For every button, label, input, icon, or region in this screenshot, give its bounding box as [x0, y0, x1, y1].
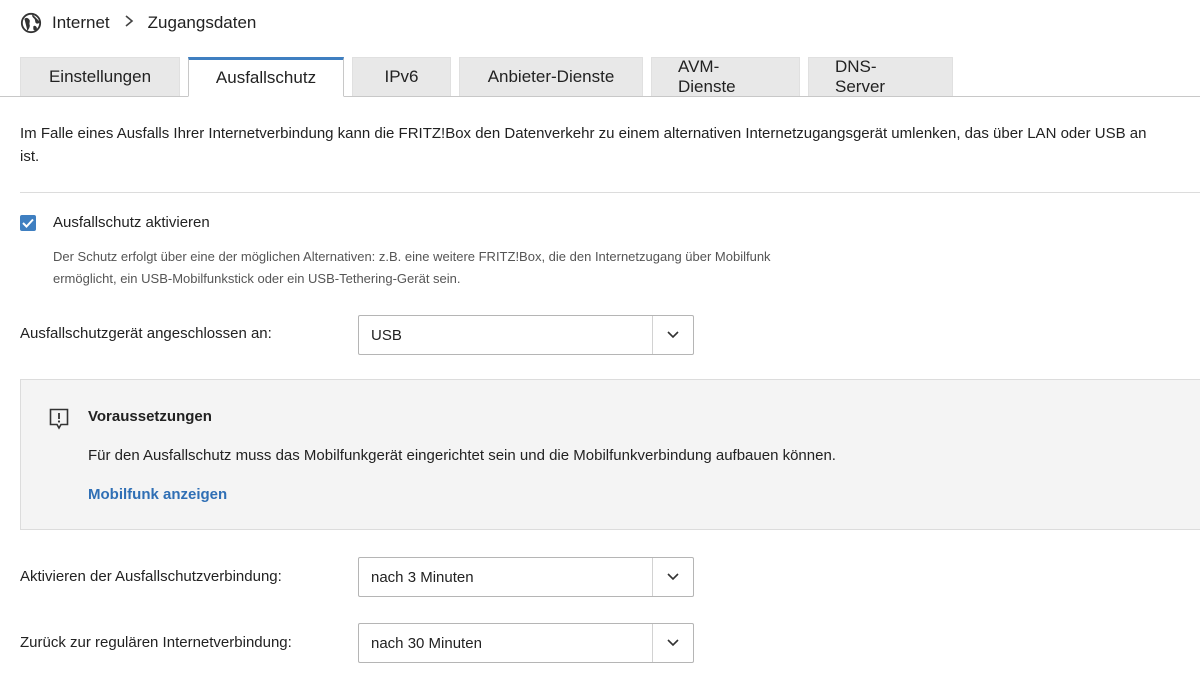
tab-ausfallschutz[interactable]: Ausfallschutz	[188, 57, 344, 97]
activate-after-value: nach 3 Minuten	[371, 568, 474, 586]
breadcrumb-parent[interactable]: Internet	[52, 13, 110, 33]
failover-checkbox-row[interactable]: Ausfallschutz aktivieren	[20, 214, 210, 231]
chevron-down-icon[interactable]	[652, 316, 693, 354]
chevron-down-icon[interactable]	[652, 624, 693, 662]
globe-icon	[20, 12, 42, 34]
tab-bar: Einstellungen Ausfallschutz IPv6 Anbiete…	[20, 57, 953, 97]
failover-checkbox[interactable]	[20, 214, 36, 231]
activate-after-label: Aktivieren der Ausfallschutzverbindung:	[20, 568, 282, 585]
failover-hint-line-1: Der Schutz erfolgt über eine der möglich…	[53, 249, 771, 264]
section-divider	[20, 192, 1200, 193]
breadcrumb-current: Zugangsdaten	[147, 13, 257, 32]
breadcrumb: Internet Zugangsdaten	[20, 12, 256, 34]
return-after-label: Zurück zur regulären Internetverbindung:	[20, 634, 292, 651]
failover-hint: Der Schutz erfolgt über eine der möglich…	[53, 246, 833, 290]
page: Internet Zugangsdaten Einstellungen Ausf…	[0, 0, 1200, 675]
failover-hint-line-2: ermöglicht, ein USB-Mobilfunkstick oder …	[53, 271, 461, 286]
device-connection-label: Ausfallschutzgerät angeschlossen an:	[20, 325, 272, 342]
device-connection-value: USB	[371, 326, 402, 344]
chevron-right-icon	[124, 14, 134, 32]
return-after-select[interactable]: nach 30 Minuten	[358, 623, 694, 663]
requirements-box: Voraussetzungen Für den Ausfallschutz mu…	[20, 379, 1200, 530]
checkmark-icon	[22, 218, 34, 228]
requirements-text: Für den Ausfallschutz muss das Mobilfunk…	[88, 447, 836, 464]
activate-after-select[interactable]: nach 3 Minuten	[358, 557, 694, 597]
tab-dns-server[interactable]: DNS-Server	[808, 57, 953, 96]
tab-ipv6[interactable]: IPv6	[352, 57, 451, 96]
tab-einstellungen[interactable]: Einstellungen	[20, 57, 180, 96]
alert-icon	[49, 408, 69, 430]
tab-anbieter-dienste[interactable]: Anbieter-Dienste	[459, 57, 643, 96]
return-after-value: nach 30 Minuten	[371, 634, 482, 652]
failover-checkbox-label[interactable]: Ausfallschutz aktivieren	[53, 214, 210, 231]
intro-line-2: ist.	[20, 148, 40, 165]
device-connection-select[interactable]: USB	[358, 315, 694, 355]
intro-line-1: Im Falle eines Ausfalls Ihrer Internetve…	[20, 125, 1147, 142]
tab-divider	[0, 96, 1200, 97]
show-mobile-link[interactable]: Mobilfunk anzeigen	[88, 486, 227, 503]
intro-text: Im Falle eines Ausfalls Ihrer Internetve…	[20, 122, 1200, 168]
tab-avm-dienste[interactable]: AVM-Dienste	[651, 57, 800, 96]
chevron-down-icon[interactable]	[652, 558, 693, 596]
requirements-title: Voraussetzungen	[88, 408, 212, 425]
